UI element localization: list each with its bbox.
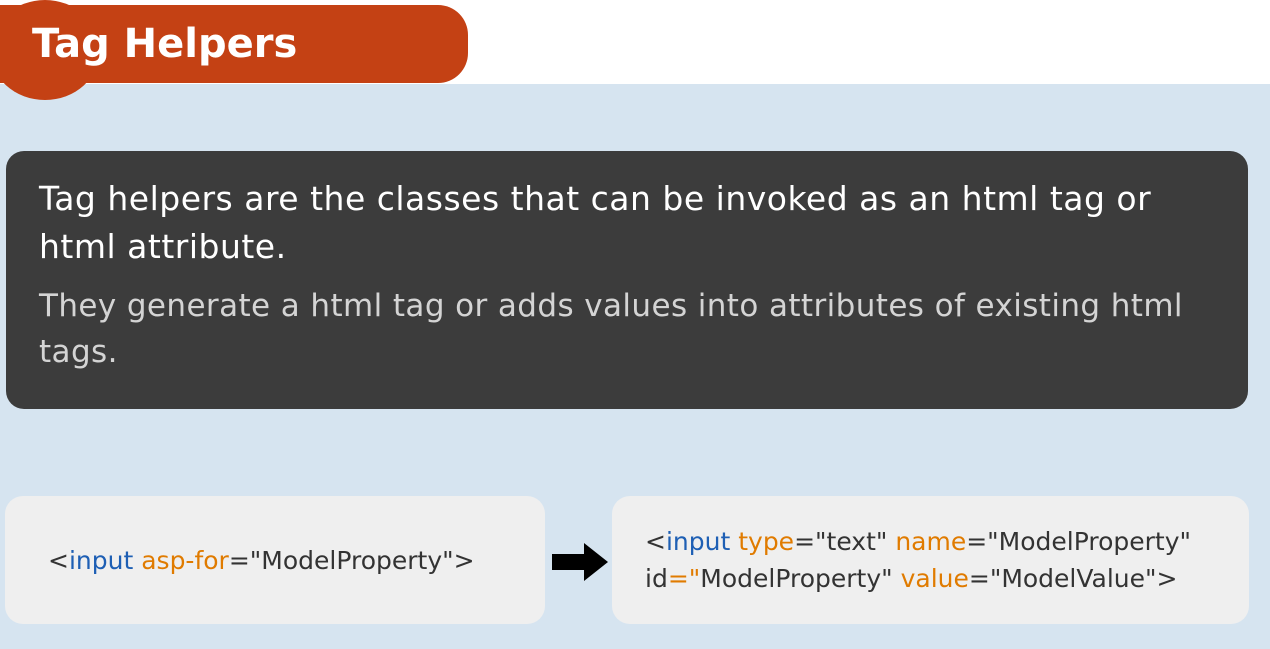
definition-card: Tag helpers are the classes that can be … <box>6 151 1248 409</box>
definition-secondary-text: They generate a html tag or adds values … <box>39 288 1183 370</box>
code-token-dark: id <box>645 564 668 593</box>
code-token-dark: < <box>48 545 69 575</box>
code-token-dark: = <box>228 545 250 575</box>
code-after-card: <input type="text" name="ModelProperty" … <box>612 496 1249 624</box>
code-after-line: <input type="text" name="ModelProperty" <box>645 523 1249 560</box>
code-before-line: <input asp-for="ModelProperty"> <box>48 542 475 579</box>
code-token-orange: name <box>895 527 967 556</box>
code-token-orange: asp-for <box>141 545 229 575</box>
code-token-blue: input <box>68 545 134 575</box>
slide-title: Tag Helpers <box>32 21 298 67</box>
code-token-dark: ="ModelValue"> <box>968 564 1178 593</box>
code-token-dark: "ModelProperty"> <box>249 545 475 575</box>
code-before-card: <input asp-for="ModelProperty"> <box>5 496 545 624</box>
code-token-dark: ModelProperty" <box>700 564 901 593</box>
code-after-line: id="ModelProperty" value="ModelValue"> <box>645 560 1249 597</box>
code-token-dark: ="ModelProperty" <box>966 527 1192 556</box>
code-token-blue: input <box>665 527 731 556</box>
definition-primary-text: Tag helpers are the classes that can be … <box>39 179 1152 266</box>
code-token-dark: ="text" <box>794 527 896 556</box>
right-arrow-icon <box>552 543 608 581</box>
code-token-orange: value <box>900 564 969 593</box>
code-token-dark: < <box>645 527 666 556</box>
code-token-orange: type <box>738 527 795 556</box>
code-token-orange: =" <box>667 564 701 593</box>
